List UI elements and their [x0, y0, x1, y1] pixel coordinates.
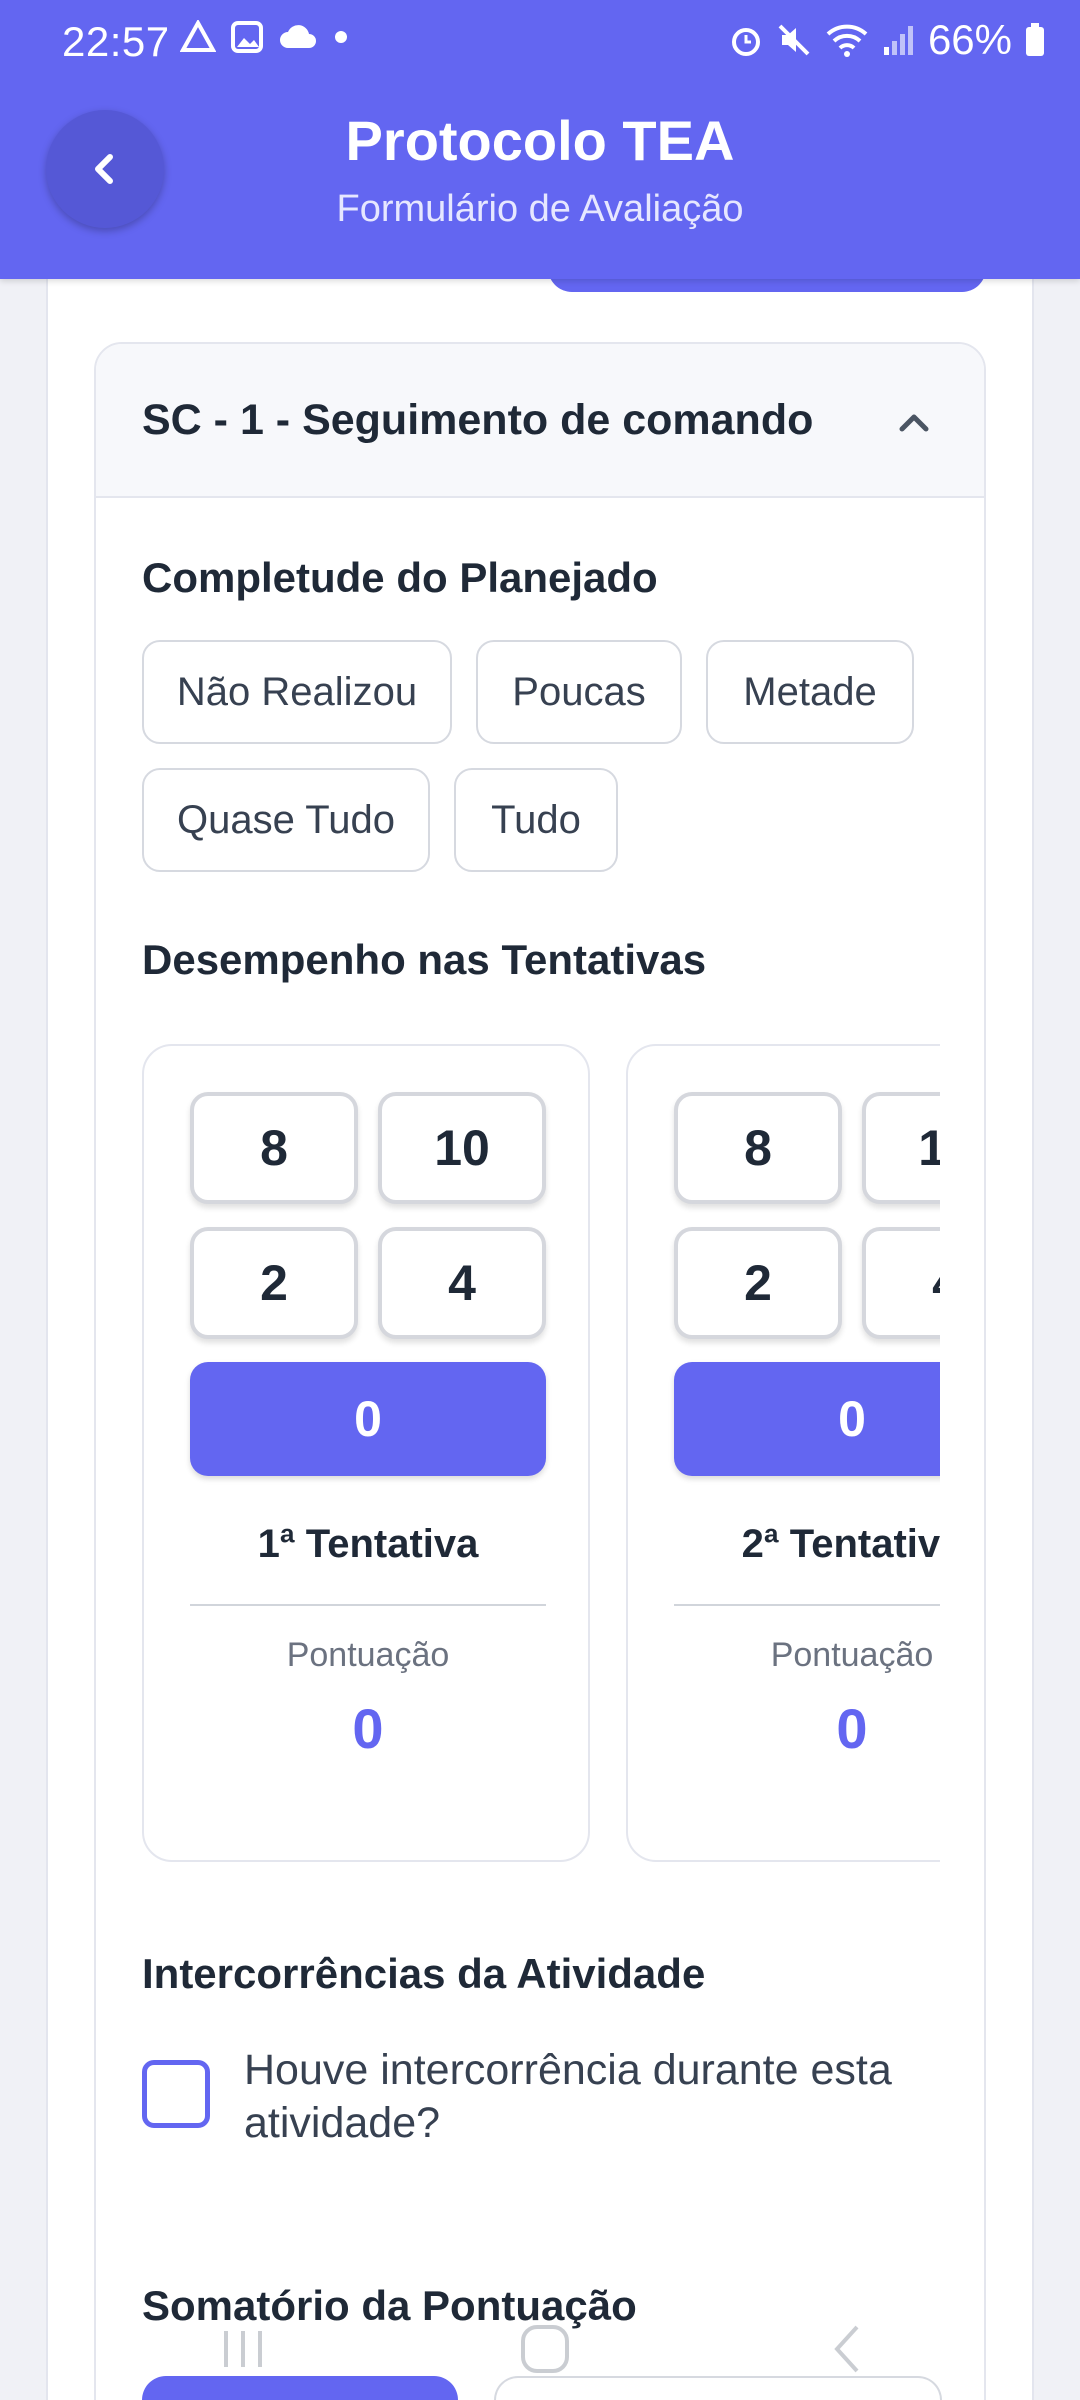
mute-icon: [778, 24, 810, 56]
option-tudo[interactable]: Tudo: [454, 768, 618, 872]
score-button-2[interactable]: 2: [674, 1227, 842, 1339]
attempt-card-1: 8 10 2 4 0 1ª Tentativa Pontuação 0: [142, 1044, 590, 1862]
score-value: 0: [352, 1697, 384, 1760]
section-header[interactable]: SC - 1 - Seguimento de comando: [96, 344, 984, 498]
score-button-8[interactable]: 8: [674, 1092, 842, 1204]
score-button-0-selected[interactable]: 0: [674, 1362, 940, 1476]
score-button-8[interactable]: 8: [190, 1092, 358, 1204]
desempenho-label: Desempenho nas Tentativas: [142, 936, 707, 983]
intercorrencia-checkbox[interactable]: [142, 2060, 210, 2128]
app-header: 22:57 66% Protocolo TEA Formulário de Av…: [0, 0, 1080, 279]
attempt-title: 1ª Tentativa: [257, 1522, 479, 1566]
status-bar: 22:57 66%: [0, 0, 1080, 80]
alarm-icon: [731, 28, 760, 56]
battery-percent: 66%: [927, 16, 1012, 63]
section-title: SC - 1 - Seguimento de comando: [142, 396, 814, 444]
wifi-icon: [826, 24, 868, 57]
option-poucas[interactable]: Poucas: [476, 640, 682, 744]
intercorrencia-checkbox-label[interactable]: Houve intercorrência durante esta ativid…: [244, 2044, 944, 2150]
option-metade[interactable]: Metade: [706, 640, 914, 744]
score-label: Pontuação: [286, 1636, 450, 1674]
option-quase-tudo[interactable]: Quase Tudo: [142, 768, 430, 872]
battery-icon: [1026, 23, 1044, 56]
attempt-title: 2ª Tentativa: [741, 1522, 940, 1566]
option-nao-realizou[interactable]: Não Realizou: [142, 640, 452, 744]
drive-icon: [180, 20, 216, 52]
score-button-10[interactable]: 10: [378, 1092, 546, 1204]
score-button-2[interactable]: 2: [190, 1227, 358, 1339]
completude-label: Completude do Planejado: [142, 554, 658, 601]
divider: [190, 1604, 546, 1606]
divider: [674, 1604, 940, 1606]
cloud-icon: [280, 25, 316, 48]
intercorrencias-label: Intercorrências da Atividade: [142, 1950, 706, 1997]
score-button-10[interactable]: 10: [862, 1092, 940, 1204]
score-label: Pontuação: [770, 1636, 934, 1674]
dot-icon: [335, 31, 347, 43]
status-time: 22:57: [62, 18, 170, 65]
chevron-up-icon[interactable]: [894, 402, 934, 442]
page-title: Protocolo TEA: [345, 109, 735, 172]
score-value: 0: [836, 1697, 868, 1760]
home-icon[interactable]: [510, 2314, 580, 2384]
page-subtitle: Formulário de Avaliação: [336, 188, 744, 230]
score-button-4[interactable]: 4: [862, 1227, 940, 1339]
score-button-4[interactable]: 4: [378, 1227, 546, 1339]
activity-section: SC - 1 - Seguimento de comando Completud…: [94, 342, 986, 2400]
attempt-card-2: 8 10 2 4 0 2ª Tentativa Pontuação 0: [626, 1044, 940, 1862]
back-nav-icon[interactable]: [812, 2314, 882, 2384]
recents-icon[interactable]: [208, 2314, 278, 2384]
signal-icon: [883, 26, 913, 55]
gallery-icon: [231, 21, 263, 53]
system-nav-bar: [0, 2300, 1080, 2400]
attempts-carousel[interactable]: 8 10 2 4 0 1ª Tentativa Pontuação 0 8 10…: [142, 1044, 940, 1874]
score-button-0-selected[interactable]: 0: [190, 1362, 546, 1476]
